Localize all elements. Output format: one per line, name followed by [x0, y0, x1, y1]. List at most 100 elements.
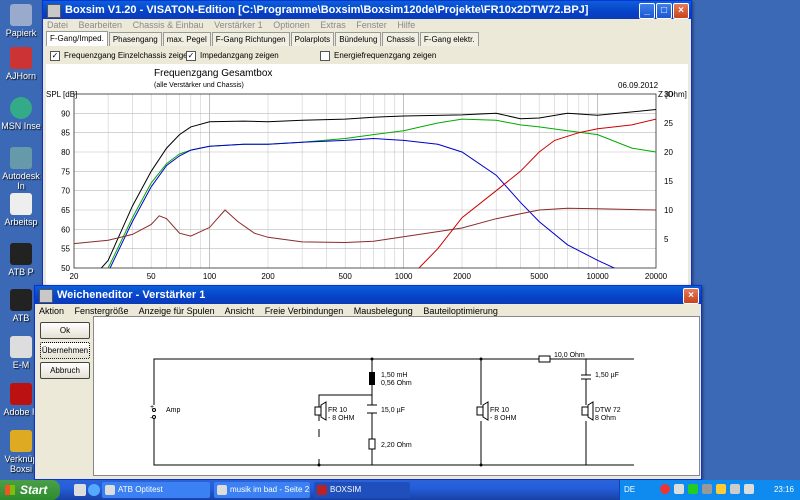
checkbox-energie-box[interactable]: [320, 51, 330, 61]
quicklaunch-ie-icon[interactable]: [88, 484, 100, 496]
y-tick-label: 60: [61, 225, 70, 234]
close-icon[interactable]: ×: [673, 3, 689, 19]
menu-fenstergroesse[interactable]: Fenstergröße: [75, 306, 129, 316]
desktop-icon-msn[interactable]: MSN Inse: [0, 97, 42, 131]
desktop-icon-recycle-bin[interactable]: Papierk: [0, 4, 42, 38]
coil-resistance: 0,56 Ohm: [381, 380, 412, 387]
x-tick-label: 20000: [645, 272, 668, 281]
y-tick-label: 85: [61, 129, 70, 138]
checkbox-energie[interactable]: Energiefrequenzgang zeigen: [320, 51, 436, 63]
checkbox-einzelchassis-box[interactable]: ✓: [50, 51, 60, 61]
tweeter-dtw72-name: DTW 72: [595, 407, 621, 414]
capacitor-low-icon[interactable]: [367, 404, 377, 414]
y2-tick-label: 5: [664, 235, 669, 244]
x-tick-label: 1000: [395, 272, 413, 281]
minimize-icon[interactable]: _: [639, 3, 655, 19]
x-tick-label: 5000: [530, 272, 548, 281]
tab-polarplots[interactable]: Polarplots: [290, 32, 335, 46]
cancel-button[interactable]: Abbruch: [40, 362, 90, 379]
desktop-icon-autodesk[interactable]: Autodesk In: [0, 147, 42, 191]
tray-misc-icon[interactable]: [744, 484, 754, 494]
menu-aktion[interactable]: Aktion: [39, 306, 64, 316]
boxsim-app-icon: [47, 4, 61, 18]
task-atb-optitest[interactable]: ATB Optitest: [102, 482, 210, 498]
menu-mausbelegung[interactable]: Mausbelegung: [354, 306, 413, 316]
y-tick-label: 65: [61, 206, 70, 215]
menu-bearbeiten[interactable]: Bearbeiten: [79, 20, 123, 30]
menu-optionen[interactable]: Optionen: [273, 20, 310, 30]
tab-chassis[interactable]: Chassis: [382, 32, 419, 46]
tray-update-icon[interactable]: [688, 484, 698, 494]
menu-chassis-einbau[interactable]: Chassis & Einbau: [133, 20, 204, 30]
x-tick-label: 10000: [586, 272, 609, 281]
tab-max-pegel[interactable]: max. Pegel: [162, 32, 211, 46]
menu-datei[interactable]: Datei: [47, 20, 68, 30]
series-line-3: [418, 118, 656, 268]
tweeter-dtw72-icon[interactable]: [581, 401, 594, 421]
desktop-icon-ajhorn[interactable]: AJHorn: [0, 47, 42, 81]
speaker-fr10-b-impedance: - 8 OHM: [490, 415, 517, 422]
checkbox-einzelchassis[interactable]: ✓ Frequenzgang Einzelchassis zeigen: [50, 51, 192, 63]
menu-verstaerker[interactable]: Verstärker 1: [214, 20, 263, 30]
start-button[interactable]: Start: [0, 480, 60, 500]
desktop-icon-workspace[interactable]: Arbeitsp: [0, 193, 42, 227]
tray-antivirus-icon[interactable]: [660, 484, 670, 494]
crossover-schematic: + - Amp 1,50 mH 0,56 Ohm 15,0 µF 2,20 Oh…: [93, 316, 700, 476]
checkbox-impedanz-box[interactable]: ✓: [186, 51, 196, 61]
menu-ansicht[interactable]: Ansicht: [225, 306, 255, 316]
menu-extras[interactable]: Extras: [320, 20, 346, 30]
tab-fgang-elektr[interactable]: F-Gang elektr.: [419, 32, 479, 46]
speaker-fr10-b-icon[interactable]: [476, 401, 489, 421]
x-tick-label: 2000: [453, 272, 471, 281]
tab-phasengang[interactable]: Phasengang: [108, 32, 162, 46]
boxsim-icon: [317, 485, 327, 495]
chart-date: 06.09.2012: [618, 81, 659, 90]
capacitor-low-value: 15,0 µF: [381, 407, 405, 414]
chart-subtitle: (alle Verstärker und Chassis): [154, 82, 244, 89]
tray-security-icon[interactable]: [716, 484, 726, 494]
coil-icon[interactable]: [369, 372, 375, 385]
boxsim-title: Boxsim V1.20 - VISATON-Edition [C:\Progr…: [65, 4, 589, 16]
series-line-2: [109, 137, 616, 268]
apply-button[interactable]: Übernehmen: [40, 342, 90, 359]
menu-hilfe[interactable]: Hilfe: [397, 20, 415, 30]
checkbox-impedanz[interactable]: ✓ Impedanzgang zeigen: [186, 51, 279, 63]
amp-label: Amp: [166, 407, 181, 414]
desktop-icon-atb-p[interactable]: ATB P: [0, 243, 42, 277]
y-tick-label: 70: [61, 187, 70, 196]
atb-icon: [105, 485, 115, 495]
tray-volume-icon[interactable]: [730, 484, 740, 494]
y-tick-label: 75: [61, 167, 70, 176]
weicheneditor-title: Weicheneditor - Verstärker 1: [57, 289, 206, 301]
menu-anzeige-spulen[interactable]: Anzeige für Spulen: [139, 306, 215, 316]
speaker-fr10-a-name: FR 10: [328, 407, 347, 414]
frequency-response-chart: 20 50 100 200 500 1000 2000 5000 10000 20000 50 55 6…: [46, 64, 688, 288]
speaker-fr10-b-name: FR 10: [490, 407, 509, 414]
tab-fgang-imped[interactable]: F-Gang/Imped.: [46, 31, 108, 46]
task-musik-im-bad[interactable]: musik im bad - Seite 2...: [214, 482, 310, 498]
y-tick-label: 50: [61, 264, 70, 273]
resistor-high-value: 10,0 Ohm: [554, 352, 585, 359]
quicklaunch-desktop-icon[interactable]: [74, 484, 86, 496]
tab-buendelung[interactable]: Bündelung: [335, 32, 382, 46]
tray-usb-icon[interactable]: [702, 484, 712, 494]
task-boxsim[interactable]: BOXSIM: [314, 482, 410, 498]
x-tick-label: 200: [261, 272, 275, 281]
menu-freie-verbindungen[interactable]: Freie Verbindungen: [265, 306, 344, 316]
resistor-low-icon[interactable]: [368, 438, 376, 450]
amp-terminal-minus[interactable]: [152, 415, 156, 419]
x-tick-label: 20: [70, 272, 79, 281]
ok-button[interactable]: Ok: [40, 322, 90, 339]
resistor-high-icon[interactable]: [538, 355, 551, 363]
boxsim-titlebar[interactable]: Boxsim V1.20 - VISATON-Edition [C:\Progr…: [43, 1, 691, 19]
menu-fenster[interactable]: Fenster: [356, 20, 387, 30]
tray-network-icon[interactable]: [674, 484, 684, 494]
menu-bauteiloptimierung[interactable]: Bauteiloptimierung: [423, 306, 498, 316]
speaker-fr10-a-icon[interactable]: [314, 401, 327, 421]
capacitor-high-icon[interactable]: [581, 374, 591, 380]
close-icon[interactable]: ×: [683, 288, 699, 304]
language-indicator[interactable]: DE: [624, 485, 635, 494]
tab-fgang-richtungen[interactable]: F-Gang Richtungen: [211, 32, 290, 46]
maximize-icon[interactable]: □: [656, 3, 672, 19]
weicheneditor-titlebar[interactable]: Weicheneditor - Verstärker 1 ×: [35, 286, 701, 304]
